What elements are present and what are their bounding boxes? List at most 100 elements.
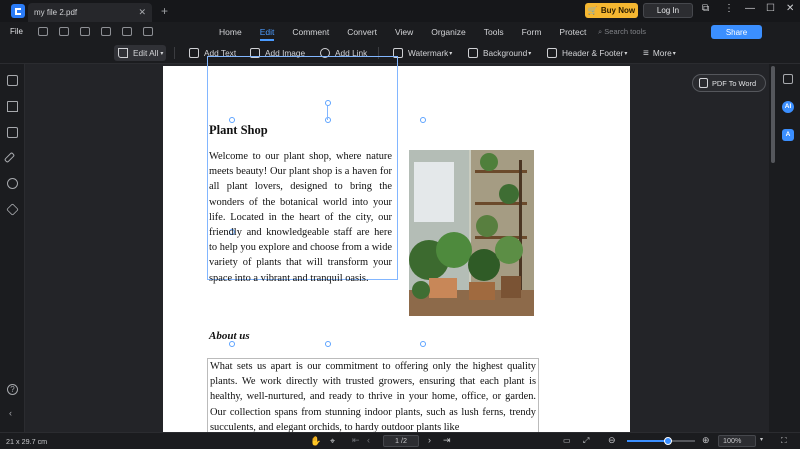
watermark-label: Watermark	[408, 48, 449, 58]
help-icon[interactable]: ?	[7, 384, 18, 395]
page-size: 21 x 29.7 cm	[6, 437, 48, 446]
text-icon	[189, 48, 199, 58]
resize-handle[interactable]	[420, 341, 426, 347]
document-tab[interactable]: my file 2.pdf ✕	[28, 3, 152, 22]
search-tools-placeholder: Search tools	[604, 27, 646, 36]
pdf-to-word-label: PDF To Word	[712, 78, 757, 88]
more-button[interactable]: ≡ More ▾	[643, 45, 676, 61]
resize-handle[interactable]	[325, 341, 331, 347]
chevron-down-icon: ▾	[672, 50, 676, 57]
properties-icon[interactable]	[783, 74, 793, 84]
page-number-input[interactable]: 1 /2	[383, 435, 419, 447]
chevron-down-icon: ▾	[624, 50, 628, 57]
chevron-down-icon: ▾	[528, 50, 532, 57]
previous-page-icon[interactable]: ‹	[367, 435, 370, 445]
menu-comment[interactable]: Comment	[292, 27, 329, 41]
fit-page-icon[interactable]: ⤢	[583, 436, 589, 446]
buy-now-button[interactable]: 🛒 Buy Now	[585, 3, 638, 18]
save-icon[interactable]	[38, 27, 48, 36]
zoom-slider-knob[interactable]	[663, 437, 672, 445]
undo-icon[interactable]	[80, 27, 90, 36]
chevron-down-icon: ▾	[160, 50, 164, 57]
first-page-icon[interactable]: ⇤	[352, 435, 360, 446]
translate-icon[interactable]: A	[782, 129, 794, 141]
login-button[interactable]: Log In	[643, 3, 693, 18]
new-tab-icon[interactable]: +	[161, 4, 168, 18]
maximize-icon[interactable]: ☐	[766, 3, 775, 14]
pencil-icon	[118, 48, 128, 58]
redo-icon[interactable]	[101, 27, 111, 36]
header-footer-label: Header & Footer	[562, 48, 624, 58]
zoom-in-icon[interactable]: ⊕	[702, 435, 710, 446]
resize-handle[interactable]	[420, 117, 426, 123]
menu-protect[interactable]: Protect	[559, 27, 586, 41]
resize-handle[interactable]	[420, 229, 426, 235]
resize-handle[interactable]	[229, 117, 235, 123]
ai-assistant-icon[interactable]: AI	[782, 101, 794, 113]
resize-handle[interactable]	[229, 341, 235, 347]
header-footer-icon	[547, 48, 557, 58]
fullscreen-icon[interactable]: ⛶	[781, 436, 787, 446]
thumbnail-icon[interactable]	[7, 75, 18, 86]
rotate-handle[interactable]	[325, 100, 331, 106]
vertical-scrollbar[interactable]	[771, 66, 775, 163]
buy-now-label: Buy Now	[600, 6, 636, 15]
left-sidebar: ? ‹	[0, 64, 25, 432]
select-tool-icon[interactable]: ⌖	[330, 436, 335, 447]
background-label: Background	[483, 48, 528, 58]
page-mode-icon[interactable]: ▭	[563, 436, 571, 445]
header-footer-button[interactable]: Header & Footer ▾	[547, 45, 627, 61]
word-icon	[699, 78, 708, 88]
menu-bar: File Home Edit Comment Convert View Orga…	[0, 22, 800, 42]
zoom-slider-fill	[627, 440, 668, 442]
share-button[interactable]: Share	[711, 25, 762, 39]
background-icon	[468, 48, 478, 58]
tab-title: my file 2.pdf	[34, 8, 78, 17]
menu-icon[interactable]: ⋮	[724, 3, 734, 14]
app-logo-icon	[11, 4, 25, 18]
more-label: More	[652, 48, 672, 58]
search-tools-input[interactable]: ⌕ Search tools	[598, 27, 646, 37]
edit-all-label: Edit All	[133, 48, 159, 58]
next-page-icon[interactable]: ›	[428, 435, 431, 445]
right-sidebar: AI A	[776, 64, 800, 432]
email-icon[interactable]	[122, 27, 132, 36]
title-bar: my file 2.pdf ✕ + 🛒 Buy Now Log In ⧉ ⋮ — …	[0, 0, 800, 22]
selected-text-box[interactable]	[207, 56, 398, 280]
menu-tools[interactable]: Tools	[484, 27, 504, 41]
resize-handle[interactable]	[229, 229, 235, 235]
chevron-down-icon[interactable]: ▾	[760, 436, 763, 443]
bookmark-icon[interactable]	[7, 101, 18, 112]
zoom-select[interactable]: 100%	[718, 435, 756, 447]
watermark-button[interactable]: Watermark ▾	[393, 45, 452, 61]
menu-view[interactable]: View	[395, 27, 413, 41]
zoom-out-icon[interactable]: ⊖	[608, 435, 616, 446]
search-icon[interactable]	[7, 178, 18, 189]
chevron-down-icon: ▾	[449, 50, 453, 57]
menu-edit[interactable]: Edit	[259, 27, 275, 41]
menu-convert[interactable]: Convert	[347, 27, 377, 41]
dropdown-icon[interactable]	[143, 27, 153, 36]
close-window-icon[interactable]: ✕	[786, 3, 794, 14]
zoom-slider[interactable]	[627, 437, 695, 445]
hand-tool-icon[interactable]: ✋	[310, 436, 321, 447]
menu-home[interactable]: Home	[219, 27, 242, 41]
menu-form[interactable]: Form	[522, 27, 542, 41]
edit-all-button[interactable]: Edit All ▾	[114, 45, 166, 61]
minimize-icon[interactable]: —	[745, 3, 755, 14]
file-menu[interactable]: File	[10, 27, 23, 36]
edit-toolbar: Edit All ▾ Add Text Add Image Add Link Wa…	[0, 42, 800, 64]
collapse-left-icon[interactable]: ‹	[9, 408, 12, 418]
print-icon[interactable]	[59, 27, 69, 36]
resize-handle[interactable]	[325, 117, 331, 123]
last-page-icon[interactable]: ⇥	[443, 435, 451, 446]
attachment-icon[interactable]	[3, 151, 16, 164]
toolbar-divider	[174, 47, 175, 59]
expand-window-icon[interactable]: ⧉	[702, 3, 709, 14]
pdf-to-word-button[interactable]: PDF To Word	[692, 74, 766, 92]
close-tab-icon[interactable]: ✕	[138, 7, 146, 18]
layers-icon[interactable]	[6, 203, 19, 216]
comment-icon[interactable]	[7, 127, 18, 138]
menu-organize[interactable]: Organize	[431, 27, 466, 41]
background-button[interactable]: Background ▾	[468, 45, 531, 61]
